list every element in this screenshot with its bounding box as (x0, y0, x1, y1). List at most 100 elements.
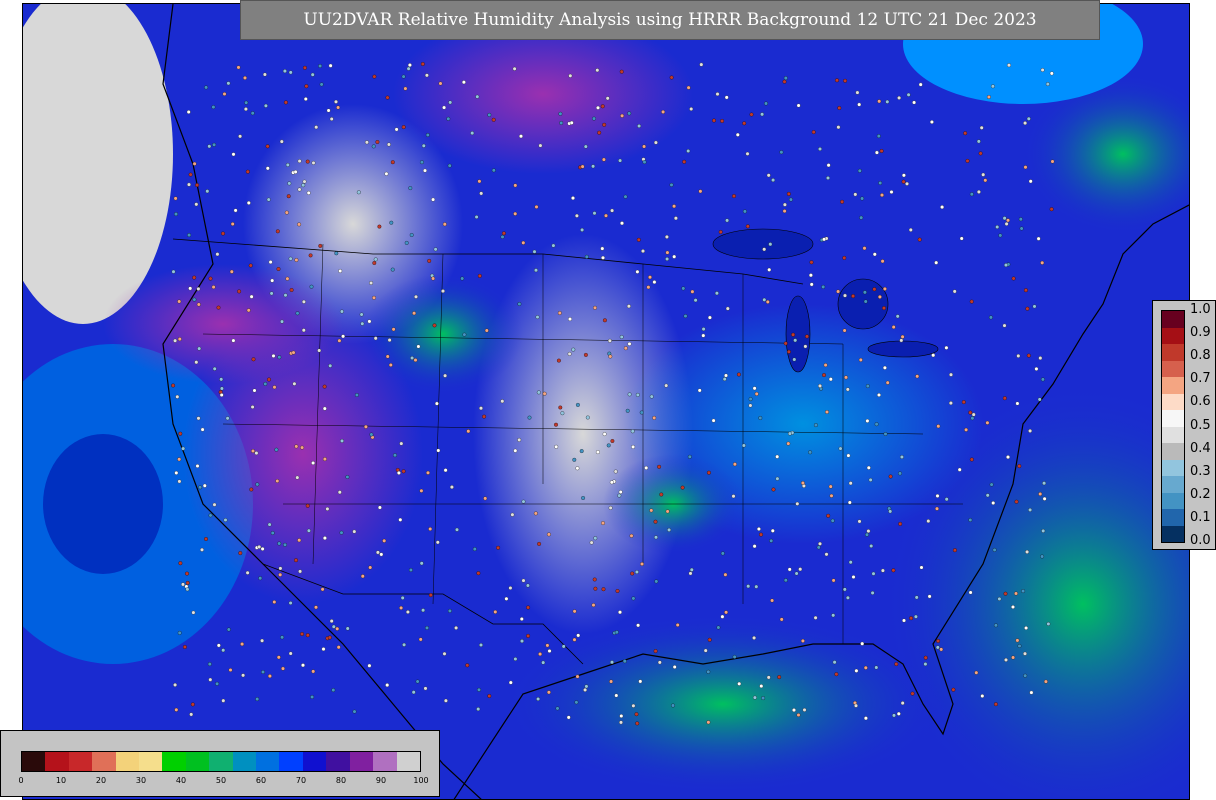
station-dot (659, 492, 664, 497)
station-dot (707, 315, 712, 320)
station-dot (888, 509, 893, 514)
station-dot (335, 626, 340, 631)
station-dot (255, 697, 260, 702)
station-dot (1034, 366, 1039, 371)
station-dot (574, 213, 579, 218)
station-dot (399, 605, 404, 610)
station-dot (305, 159, 310, 164)
station-dot (390, 160, 395, 165)
station-dot (558, 405, 563, 410)
station-dot (270, 278, 275, 283)
station-dot (876, 134, 881, 139)
station-dot (706, 470, 711, 475)
rh-colorbar-tick-label: 100 (413, 776, 429, 785)
station-dot (732, 462, 737, 467)
station-dot (190, 702, 195, 707)
station-dot (640, 562, 644, 566)
station-dot (669, 75, 674, 80)
station-dot (479, 406, 483, 411)
station-dot (1004, 263, 1008, 268)
station-dot (808, 450, 813, 455)
station-dot (591, 164, 596, 169)
station-dot (487, 694, 492, 698)
station-dot (768, 242, 773, 247)
station-dot (1006, 455, 1010, 460)
station-dot (935, 645, 940, 650)
residual-colorbar-swatch (1162, 459, 1184, 476)
station-dot (782, 79, 787, 84)
station-dot (226, 627, 231, 632)
station-dot (745, 224, 750, 229)
station-dot (769, 538, 774, 543)
station-dot (300, 632, 304, 636)
station-dot (862, 246, 867, 251)
station-dot (306, 190, 311, 195)
station-dot (385, 95, 390, 100)
station-dot (899, 455, 904, 459)
station-dot (822, 373, 826, 378)
station-dot (575, 402, 580, 407)
station-dot (1050, 159, 1055, 164)
station-dot (535, 315, 540, 320)
station-dot (825, 410, 829, 414)
station-dot (345, 626, 350, 631)
station-dot (844, 375, 848, 380)
station-dot (311, 160, 316, 165)
station-dot (411, 690, 416, 695)
station-dot (341, 334, 346, 339)
station-dot (857, 102, 862, 107)
station-dot (421, 608, 426, 613)
station-dot (171, 383, 176, 388)
station-dot (870, 590, 875, 595)
station-dot (880, 259, 885, 264)
rh-colorbar-swatch (22, 752, 46, 771)
station-dot (877, 393, 881, 397)
station-dot (608, 354, 613, 359)
station-dot (583, 144, 588, 149)
station-dot (885, 380, 890, 385)
station-dot (609, 679, 614, 684)
station-dot (800, 638, 805, 643)
station-dot (196, 286, 201, 291)
station-dot (308, 253, 313, 258)
station-dot (571, 347, 576, 352)
station-dot (311, 669, 316, 674)
station-dot (508, 586, 513, 590)
station-dot (320, 587, 325, 592)
station-dot (605, 96, 610, 101)
station-dot (493, 609, 498, 614)
station-dot (241, 673, 246, 678)
station-dot (787, 431, 792, 436)
rh-colorbar-swatch (279, 752, 303, 771)
station-dot (403, 86, 408, 91)
station-dot (338, 269, 343, 273)
station-dot (969, 457, 974, 462)
station-dot (1011, 655, 1016, 660)
station-dot (389, 220, 394, 225)
residual-colorbar-tick-label: 0.4 (1190, 440, 1211, 456)
station-dot (477, 687, 481, 692)
station-dot (917, 237, 922, 242)
station-dot (251, 449, 255, 453)
station-dot (636, 237, 641, 242)
rh-colorbar-swatch (349, 752, 374, 771)
station-dot (304, 84, 309, 89)
station-dot (340, 438, 344, 443)
station-dot (1021, 589, 1026, 594)
station-dot (872, 287, 877, 292)
station-dot (300, 445, 305, 450)
station-dot (1028, 179, 1033, 184)
station-dot (1023, 651, 1027, 656)
station-dot (409, 233, 414, 237)
station-dot (520, 639, 524, 644)
station-dot (897, 95, 902, 100)
station-dot (746, 584, 751, 589)
station-dot (408, 186, 413, 191)
station-dot (857, 168, 862, 173)
station-dot (541, 660, 546, 665)
residual-colorbar-tick-label: 0.3 (1190, 463, 1211, 479)
station-dot (288, 256, 293, 261)
station-dot (589, 540, 594, 545)
station-dot (181, 446, 186, 451)
station-dot (1028, 428, 1033, 433)
